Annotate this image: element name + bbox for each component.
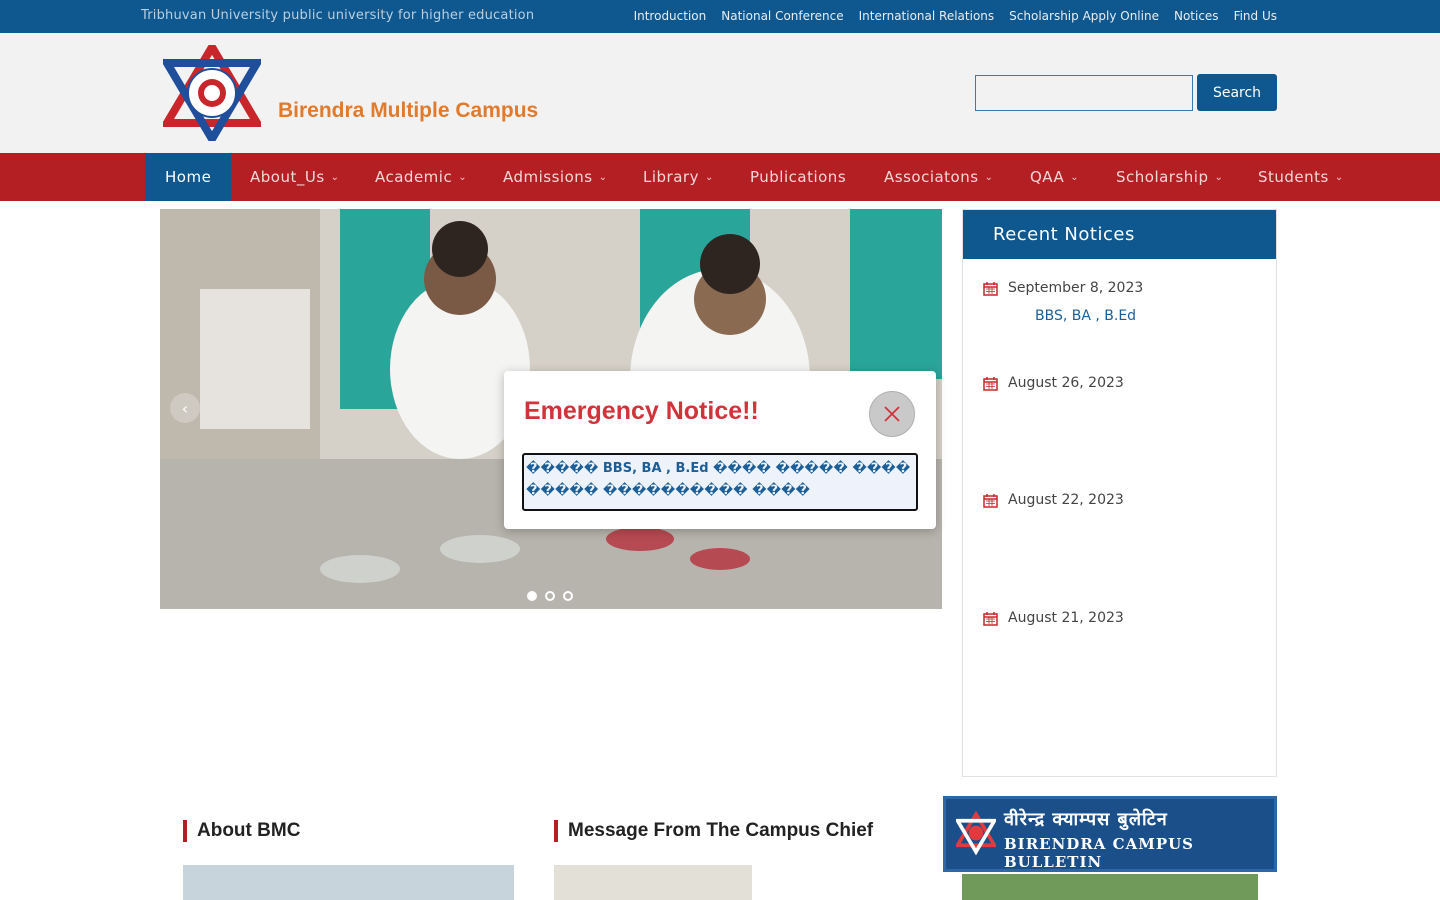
close-button[interactable] bbox=[869, 391, 915, 437]
close-icon bbox=[884, 406, 900, 422]
modal-title: Emergency Notice!! bbox=[524, 397, 759, 425]
emergency-notice-modal: Emergency Notice!! ����� BBS, BA , B.Ed … bbox=[504, 371, 936, 529]
emergency-notice-link[interactable]: ����� BBS, BA , B.Ed ���� ����� ���� ���… bbox=[522, 453, 918, 511]
